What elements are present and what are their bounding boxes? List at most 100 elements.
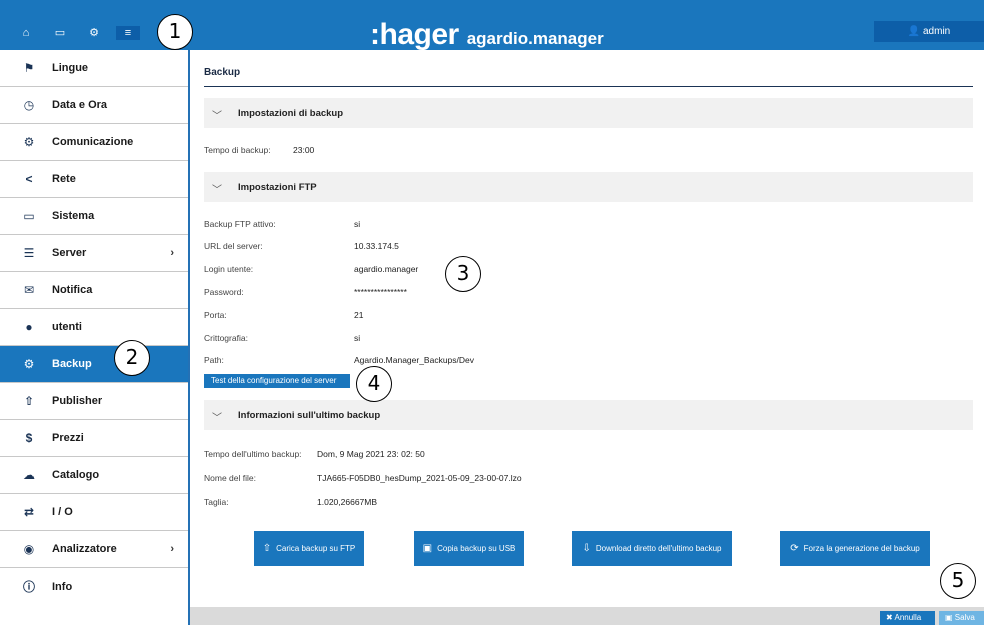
- sidebar-item-comunicazione[interactable]: ⚙ Comunicazione: [0, 124, 188, 161]
- force-backup-button[interactable]: ⟳ Forza la generazione del backup: [780, 531, 930, 566]
- sidebar-item-label: Rete: [52, 173, 76, 185]
- top-nav: ⌂ ▭ ⚙ ≡: [14, 26, 150, 40]
- backup-time-value: 23:00: [293, 145, 315, 155]
- ftp-value: 10.33.174.5: [354, 241, 399, 251]
- last-backup-row: Taglia: 1.020,26667MB: [204, 497, 377, 507]
- ftp-row: Porta: 21: [204, 310, 363, 320]
- ftp-value: Agardio.Manager_Backups/Dev: [354, 355, 475, 365]
- ftp-row: Password: ****************: [204, 287, 407, 297]
- sidebar-item-publisher[interactable]: ⇧ Publisher: [0, 383, 188, 420]
- ftp-value: 21: [354, 310, 364, 320]
- upload-icon: ⇧: [262, 543, 272, 554]
- sidebar-item-label: Analizzatore: [52, 543, 117, 555]
- sidebar-item-label: I / O: [52, 506, 73, 518]
- ftp-label: Password:: [204, 287, 244, 297]
- drive-icon: ▭: [23, 209, 35, 223]
- sidebar-item-data-ora[interactable]: ◷ Data e Ora: [0, 87, 188, 124]
- last-backup-label: Nome del file:: [204, 473, 256, 483]
- last-backup-value: 1.020,26667MB: [317, 497, 378, 507]
- callout-5: 5: [940, 563, 976, 599]
- sidebar-item-label: Catalogo: [52, 469, 100, 481]
- copy-usb-button[interactable]: ▣ Copia backup su USB: [414, 531, 524, 566]
- upload-icon: ⇧: [23, 394, 35, 408]
- ftp-label: Login utente:: [204, 264, 254, 274]
- sidebar-item-label: utenti: [52, 321, 82, 333]
- test-server-config-button[interactable]: Test della configurazione del server: [204, 374, 350, 388]
- floppy-icon: ▣: [422, 543, 433, 554]
- user-name: admin: [922, 26, 951, 37]
- eye-icon: ◉: [23, 542, 35, 556]
- section-ftp-settings[interactable]: ﹀ Impostazioni FTP: [204, 172, 973, 202]
- sidebar-item-server[interactable]: ☰ Server ›: [0, 235, 188, 272]
- chevron-down-icon: ﹀: [212, 413, 222, 424]
- sidebar-item-label: Notifica: [52, 284, 93, 296]
- gears-icon: ⚙: [23, 357, 35, 371]
- sidebar-item-notifica[interactable]: ✉ Notifica: [0, 272, 188, 309]
- sidebar-item-label: Info: [52, 580, 73, 593]
- flag-icon: ⚑: [23, 61, 35, 75]
- monitor-icon[interactable]: ▭: [48, 26, 72, 40]
- app-name: agardio.manager: [466, 29, 604, 48]
- last-backup-row: Tempo dell'ultimo backup: Dom, 9 Mag 2021…: [204, 449, 425, 459]
- download-icon: ⇩: [582, 543, 591, 554]
- upload-ftp-button[interactable]: ⇧ Carica backup su FTP: [254, 531, 364, 566]
- last-backup-value: TJA665-F05DB0_hesDump_2021-05-09_23-00-0…: [317, 473, 522, 483]
- ftp-label: Crittografia:: [204, 333, 248, 343]
- footer-bar: [190, 607, 984, 625]
- close-icon: ✖: [886, 613, 893, 622]
- main-content: Backup ﹀ Impostazioni di backup Tempo di…: [190, 50, 984, 625]
- cancel-button[interactable]: ✖ Annulla: [880, 611, 935, 625]
- callout-2: 2: [114, 340, 150, 376]
- section-backup-settings[interactable]: ﹀ Impostazioni di backup: [204, 98, 973, 128]
- chevron-right-icon: ›: [170, 247, 174, 259]
- cloud-upload-icon: ☁: [23, 468, 35, 482]
- last-backup-label: Taglia:: [204, 497, 229, 507]
- brand: :hager agardio.manager: [370, 18, 604, 52]
- server-icon: ☰: [23, 246, 35, 260]
- sidebar-item-label: Backup: [52, 358, 92, 370]
- page-title: Backup: [204, 67, 241, 78]
- sliders-icon[interactable]: ≡: [116, 26, 140, 40]
- title-divider: [204, 86, 973, 87]
- ftp-row: Backup FTP attivo: si: [204, 219, 360, 229]
- sidebar-item-backup[interactable]: ⚙ Backup: [0, 346, 188, 383]
- section-title: Informazioni sull'ultimo backup: [238, 410, 381, 421]
- sidebar-item-label: Sistema: [52, 210, 95, 222]
- sidebar-item-rete[interactable]: < Rete: [0, 161, 188, 198]
- sidebar-item-prezzi[interactable]: $ Prezzi: [0, 420, 188, 457]
- user-menu[interactable]: 👤 admin: [874, 21, 984, 42]
- home-icon[interactable]: ⌂: [14, 26, 38, 40]
- sidebar-item-label: Publisher: [52, 395, 103, 407]
- sidebar-item-label: Comunicazione: [52, 136, 134, 148]
- refresh-icon: ⟳: [790, 543, 799, 554]
- ftp-label: Path:: [204, 355, 224, 365]
- ftp-row: Crittografia: si: [204, 333, 360, 343]
- sidebar-item-label: Server: [52, 247, 87, 259]
- download-last-backup-button[interactable]: ⇩ Download diretto dell'ultimo backup: [572, 531, 732, 566]
- save-button[interactable]: ▣ Salva: [939, 611, 984, 625]
- sidebar-item-analizzatore[interactable]: ◉ Analizzatore ›: [0, 531, 188, 568]
- sidebar-item-utenti[interactable]: ● utenti: [0, 309, 188, 346]
- section-last-backup[interactable]: ﹀ Informazioni sull'ultimo backup: [204, 400, 973, 430]
- backup-time-row: Tempo di backup: 23:00: [204, 145, 314, 155]
- ftp-label: Backup FTP attivo:: [204, 219, 276, 229]
- sidebar-item-label: Lingue: [52, 62, 89, 74]
- sidebar-item-sistema[interactable]: ▭ Sistema: [0, 198, 188, 235]
- section-title: Impostazioni di backup: [238, 108, 344, 119]
- chevron-down-icon: ﹀: [212, 185, 222, 196]
- sidebar-item-label: Data e Ora: [52, 99, 108, 111]
- sidebar-item-catalogo[interactable]: ☁ Catalogo: [0, 457, 188, 494]
- gears-icon[interactable]: ⚙: [82, 26, 106, 40]
- chevron-down-icon: ﹀: [212, 111, 222, 122]
- exchange-icon: ⇄: [23, 505, 35, 519]
- ftp-row: URL del server: 10.33.174.5: [204, 241, 399, 251]
- sidebar-item-info[interactable]: ⓘ Info: [0, 568, 188, 605]
- ftp-row: Login utente: agardio.manager: [204, 264, 418, 274]
- ftp-label: Porta:: [204, 310, 227, 320]
- callout-1: 1: [157, 14, 193, 50]
- backup-time-label: Tempo di backup:: [204, 145, 271, 155]
- last-backup-row: Nome del file: TJA665-F05DB0_hesDump_2021…: [204, 473, 522, 483]
- sidebar-item-lingue[interactable]: ⚑ Lingue: [0, 50, 188, 87]
- ftp-row: Path: Agardio.Manager_Backups/Dev: [204, 355, 474, 365]
- sidebar-item-io[interactable]: ⇄ I / O: [0, 494, 188, 531]
